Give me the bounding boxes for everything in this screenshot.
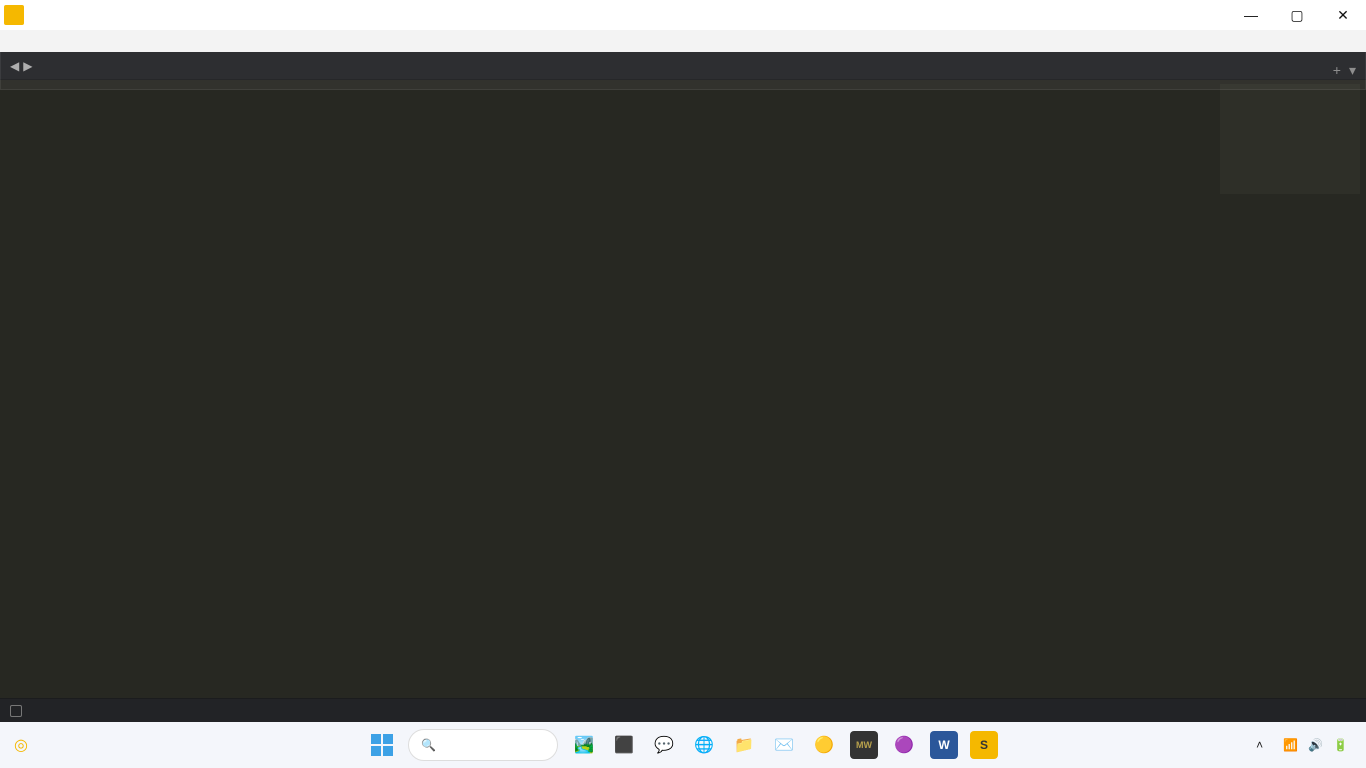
windows-logo-icon [371, 734, 393, 756]
taskbar-app-opera[interactable]: 🟣 [890, 731, 918, 759]
line-number-gutter [0, 80, 52, 722]
taskbar-center: 🔍 🏞️ ⬛ 💬 🌐 📁 ✉️ 🟡 MW 🟣 W S [368, 729, 998, 761]
status-bar [0, 698, 1366, 722]
tray-volume-icon[interactable]: 🔊 [1308, 738, 1323, 752]
titlebar: — ▢ ✕ [0, 0, 1366, 30]
window-controls: — ▢ ✕ [1228, 0, 1366, 30]
taskbar-app-explorer[interactable]: 📁 [730, 731, 758, 759]
taskbar-app-taskview[interactable]: ⬛ [610, 731, 638, 759]
taskbar-app-landscape[interactable]: 🏞️ [570, 731, 598, 759]
ticker-icon: ◎ [14, 739, 28, 752]
taskbar-app-sublime[interactable]: S [970, 731, 998, 759]
taskbar-app-chat[interactable]: 💬 [650, 731, 678, 759]
tray-wifi-icon[interactable]: 📶 [1283, 738, 1298, 752]
taskbar-app-mail[interactable]: ✉️ [770, 731, 798, 759]
windows-taskbar: ◎ 🔍 🏞️ ⬛ 💬 🌐 📁 ✉️ 🟡 MW 🟣 W S ˄ 📶 🔊 🔋 [0, 722, 1366, 768]
close-button[interactable]: ✕ [1320, 0, 1366, 30]
status-icon[interactable] [10, 705, 22, 717]
taskbar-ticker[interactable]: ◎ [8, 739, 34, 752]
taskbar-app-edge[interactable]: 🌐 [690, 731, 718, 759]
taskbar-app-mw[interactable]: MW [850, 731, 878, 759]
search-icon: 🔍 [421, 738, 436, 752]
taskbar-search[interactable]: 🔍 [408, 729, 558, 761]
start-button[interactable] [368, 731, 396, 759]
code-area[interactable] [52, 80, 1206, 722]
minimap[interactable] [1206, 80, 1366, 722]
system-tray: ˄ 📶 🔊 🔋 [1256, 738, 1358, 752]
editor[interactable] [0, 80, 1366, 722]
tray-battery-icon[interactable]: 🔋 [1333, 738, 1348, 752]
minimize-button[interactable]: — [1228, 0, 1274, 30]
app-icon [4, 5, 24, 25]
maximize-button[interactable]: ▢ [1274, 0, 1320, 30]
taskbar-app-chrome[interactable]: 🟡 [810, 731, 838, 759]
tray-chevron-icon[interactable]: ˄ [1256, 738, 1263, 752]
taskbar-app-word[interactable]: W [930, 731, 958, 759]
